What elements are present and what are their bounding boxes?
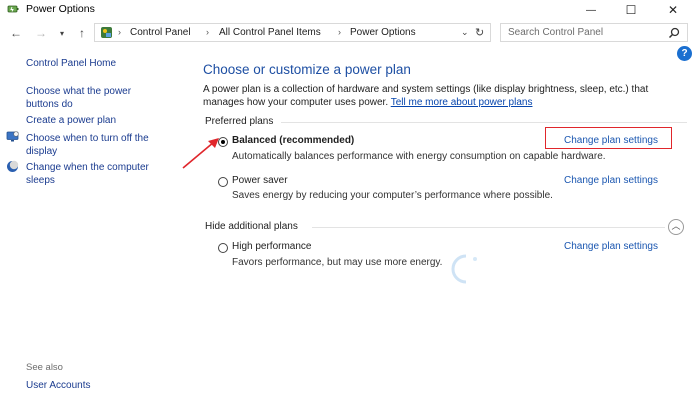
- breadcrumb-all-items[interactable]: All Control Panel Items: [219, 27, 321, 38]
- close-button[interactable]: ✕: [656, 0, 690, 20]
- title-bar: Power Options — ☐ ✕: [0, 0, 700, 20]
- collapse-chevron-up-icon[interactable]: ︿: [668, 219, 684, 235]
- sidebar-item-sleep[interactable]: Change when the computer sleeps: [26, 162, 149, 186]
- breadcrumb-separator: ›: [118, 27, 121, 37]
- search-input[interactable]: Search Control Panel: [508, 27, 603, 38]
- change-plan-settings-power-saver[interactable]: Change plan settings: [564, 175, 658, 186]
- page-title: Choose or customize a power plan: [203, 62, 411, 77]
- chevron-down-icon: ▾: [59, 28, 64, 38]
- up-arrow-icon: ↑: [79, 26, 85, 40]
- forward-arrow-icon: →: [35, 26, 47, 40]
- change-plan-settings-high-performance[interactable]: Change plan settings: [564, 241, 658, 252]
- user-accounts-link[interactable]: User Accounts: [26, 380, 90, 391]
- plan-description-power-saver: Saves energy by reducing your computer’s…: [232, 190, 553, 201]
- plan-name-high-performance: High performance: [232, 241, 312, 252]
- address-dropdown-icon[interactable]: ⌄: [461, 27, 469, 38]
- search-icon[interactable]: [668, 27, 680, 39]
- window-title: Power Options: [26, 3, 95, 15]
- hide-additional-plans-label[interactable]: Hide additional plans: [205, 221, 298, 232]
- breadcrumb-power-options[interactable]: Power Options: [350, 27, 416, 38]
- see-also-label: See also: [26, 362, 63, 373]
- breadcrumb-separator: ›: [338, 27, 341, 37]
- sidebar-item-turn-off-display[interactable]: Choose when to turn off the display: [26, 133, 149, 157]
- refresh-icon[interactable]: ↻: [475, 26, 484, 39]
- maximize-button[interactable]: ☐: [614, 0, 648, 20]
- section-divider: [281, 122, 687, 123]
- recent-locations-button[interactable]: ▾: [54, 25, 70, 41]
- change-plan-settings-balanced[interactable]: Change plan settings: [564, 135, 658, 146]
- annotation-arrow-icon: [182, 138, 219, 169]
- plan-description-high-performance: Favors performance, but may use more ene…: [232, 257, 443, 268]
- sidebar-item-label: Change when the computer: [26, 162, 149, 173]
- section-divider: [312, 227, 665, 228]
- control-panel-home-link[interactable]: Control Panel Home: [26, 58, 116, 69]
- minimize-icon: —: [586, 4, 596, 16]
- close-icon: ✕: [667, 3, 679, 17]
- preferred-plans-label: Preferred plans: [205, 116, 274, 127]
- address-row: ← → ▾ ↑ › Control Panel › All Control Pa…: [0, 21, 700, 45]
- power-options-icon: [7, 5, 19, 13]
- sidebar-item-label-line2: sleeps: [26, 175, 55, 186]
- high-performance-radio[interactable]: [218, 243, 228, 253]
- plan-name-balanced: Balanced (recommended): [232, 135, 355, 146]
- forward-button[interactable]: →: [33, 25, 49, 41]
- plan-name-power-saver: Power saver: [232, 175, 288, 186]
- maximize-icon: ☐: [625, 3, 637, 17]
- sleep-icon: [7, 160, 19, 172]
- search-box[interactable]: Search Control Panel: [500, 23, 688, 42]
- intro-text: A power plan is a collection of hardware…: [203, 83, 688, 109]
- minimize-button[interactable]: —: [574, 0, 608, 20]
- sidebar-item-label-line2: buttons do: [26, 99, 73, 110]
- control-panel-icon: [101, 27, 112, 38]
- sidebar-item-create-plan[interactable]: Create a power plan: [26, 115, 116, 126]
- address-bar[interactable]: › Control Panel › All Control Panel Item…: [94, 23, 491, 42]
- breadcrumb-separator: ›: [206, 27, 209, 37]
- up-button[interactable]: ↑: [74, 25, 90, 41]
- watermark-logo-icon: [451, 254, 477, 284]
- sidebar-item-label: Choose what the power: [26, 86, 132, 97]
- back-arrow-icon: ←: [10, 26, 22, 40]
- sidebar-item-label-line2: display: [26, 146, 58, 157]
- sidebar-item-label: Create a power plan: [26, 115, 117, 126]
- sidebar-item-power-buttons[interactable]: Choose what the power buttons do: [26, 86, 131, 110]
- help-icon[interactable]: ?: [677, 46, 692, 61]
- plan-description-balanced: Automatically balances performance with …: [232, 151, 606, 162]
- sidebar-item-label: Choose when to turn off the: [26, 133, 149, 144]
- display-off-icon: [6, 131, 19, 142]
- power-saver-radio[interactable]: [218, 177, 228, 187]
- breadcrumb-control-panel[interactable]: Control Panel: [130, 27, 191, 38]
- back-button[interactable]: ←: [8, 25, 24, 41]
- tell-me-more-link[interactable]: Tell me more about power plans: [391, 97, 533, 108]
